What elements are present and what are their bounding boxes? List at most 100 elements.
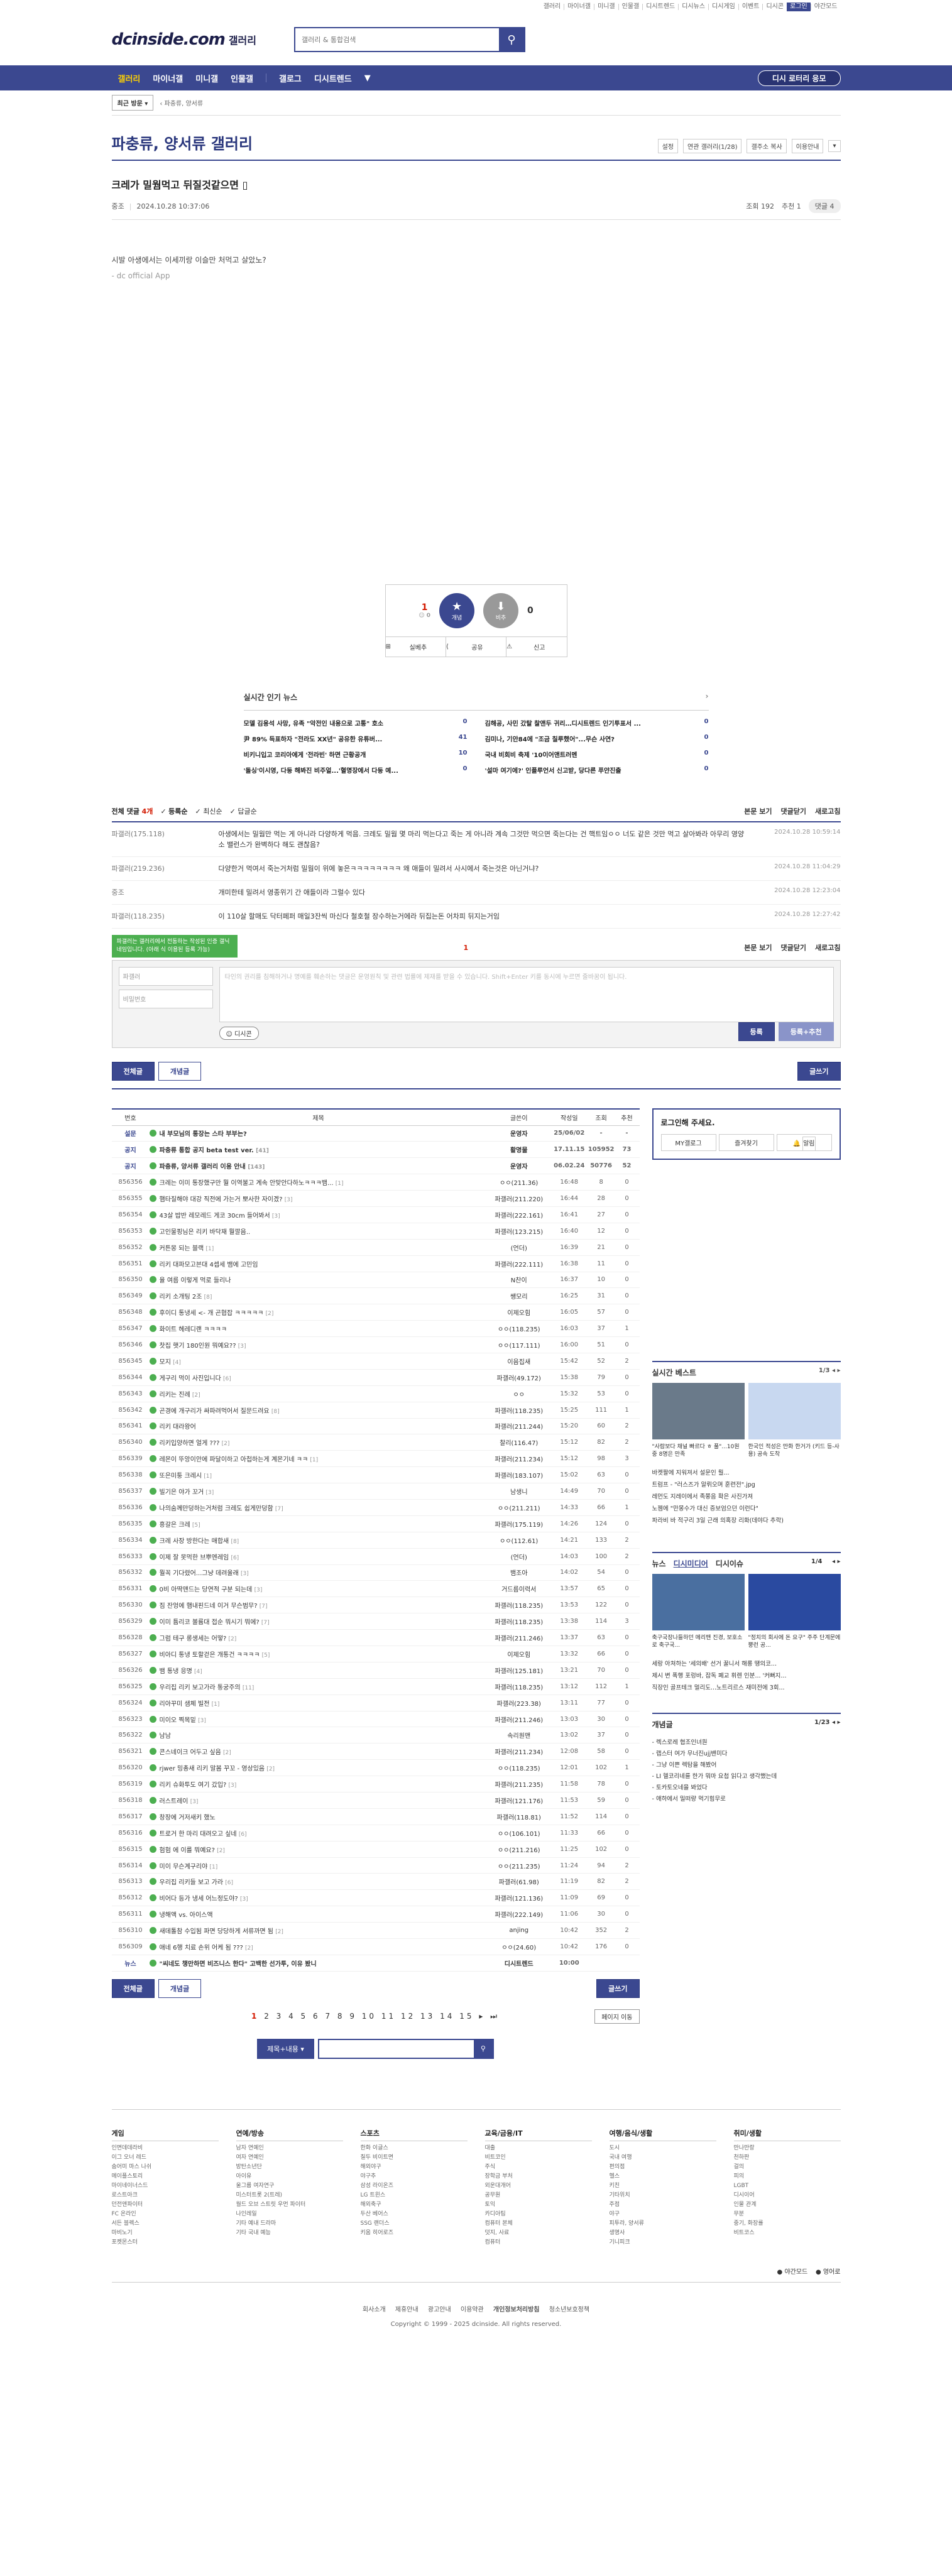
footer-link[interactable]: 중기, 화장률 xyxy=(734,2219,841,2229)
post-title-text[interactable]: "씨네도 챙만하면 비즈니스 한다" 고백한 선가투, 이유 봤니 xyxy=(160,1961,317,1968)
post-writer[interactable]: 파갤러(121.176) xyxy=(487,1792,550,1809)
post-writer[interactable]: 파갤러(211.244) xyxy=(487,1418,550,1435)
footer-link[interactable]: 로스트아크 xyxy=(112,2191,219,2200)
post-comment-count[interactable]: [2] xyxy=(217,1848,225,1854)
post-title-text[interactable]: 콘스네이크 어두고 싶음 xyxy=(160,1749,221,1756)
gnb-mini[interactable]: 미니갤 xyxy=(189,72,224,84)
post-comment-count[interactable]: [3] xyxy=(198,1718,206,1724)
footer-link[interactable]: 서든 블렉스 xyxy=(112,2219,219,2229)
table-row[interactable]: 856338 또은미퉁 크레시 [1] 파갤러(183.107) 15:02 63 0 xyxy=(111,1466,640,1484)
post-title-text[interactable]: 곤경에 개구리가 싸파려먹어서 질문드려요 xyxy=(160,1408,270,1415)
footer-link[interactable]: 미스터트롯 2(트레) xyxy=(236,2191,343,2200)
post-comment-count[interactable]: [2] xyxy=(222,1441,230,1447)
post-title-cell[interactable]: 찻집 햇기 180인원 뭐예요?? [3] xyxy=(149,1336,488,1353)
concept-list-item[interactable]: - LI 헬코리네를 한가 뭐마 요첩 읽다고 생각했는데 xyxy=(652,1771,841,1782)
comment-nick[interactable]: 파갤러(219.236) xyxy=(112,863,219,874)
footer-link[interactable]: 키친 xyxy=(610,2181,716,2191)
top-link[interactable]: 디시콘 xyxy=(762,4,787,10)
post-title-cell[interactable]: 파충류, 양서류 갤러리 이용 안내 [143] xyxy=(149,1157,488,1175)
news-headline[interactable]: 국내 비회비 축제 '10이어앤트러멘 xyxy=(485,750,577,759)
post-title-text[interactable]: 햄타질해야 대강 직전에 가는거 뽀사한 자이겠? xyxy=(160,1196,283,1203)
post-writer[interactable]: 활명물 xyxy=(487,1141,550,1159)
news-item[interactable]: '설마 여기에?' 인플루언서 신고받, 당다른 푸얀진출 0 xyxy=(485,765,709,775)
footer-link[interactable]: 피의 xyxy=(734,2172,841,2181)
post-title-cell[interactable]: 곤경에 개구리가 싸파려먹어서 질문드려요 [8] xyxy=(149,1402,488,1419)
downvote-button[interactable]: ⬇ 비추 xyxy=(483,593,519,628)
news-headline[interactable]: 김해공, 사민 갔탈 찰앤두 귀리…디시트렌드 인기투표서 ... xyxy=(485,718,641,728)
post-comment-count[interactable]: [2] xyxy=(266,1766,275,1772)
post-title-text[interactable]: 빌기은 야가 꼬거 xyxy=(160,1489,204,1496)
table-row[interactable]: 856350 율 여름 이렇게 먹로 들리나 N찬이 16:37 10 0 xyxy=(111,1272,640,1289)
best-thumb[interactable] xyxy=(748,1383,841,1439)
post-writer[interactable]: ㅇㅇ(112.61) xyxy=(487,1532,550,1549)
post-comment-count[interactable]: [5] xyxy=(192,1522,200,1529)
gallery-option[interactable]: 갤주소 복사 xyxy=(747,139,787,153)
footer-link[interactable]: 주식 xyxy=(485,2163,592,2172)
post-title-cell[interactable]: 리키 대파모고븐대 4셉세 뱀에 고민임 xyxy=(149,1255,488,1272)
post-writer[interactable]: 찰리(116.47) xyxy=(487,1434,550,1451)
post-title-text[interactable]: 애네 6행 치료 손위 어케 됨 ??? xyxy=(160,1945,243,1951)
post-writer[interactable]: ㅇㅇ(24.60) xyxy=(487,1938,550,1955)
post-comment-count[interactable]: [2] xyxy=(223,1750,231,1756)
post-title-cell[interactable]: 햄타질해야 대강 직전에 가는거 뽀사한 자이겠? [3] xyxy=(149,1190,488,1207)
post-title-text[interactable]: 리키 소개팅 2조 xyxy=(160,1294,202,1301)
concept-list-item[interactable]: - 렉스로레 협조인녀원 xyxy=(652,1737,841,1749)
search-input[interactable] xyxy=(295,28,499,51)
post-title-cell[interactable]: 그럼 테구 롱생세는 어떻? [2] xyxy=(149,1629,488,1646)
post-title-cell[interactable]: 게구리 먹이 사진입니다 [6] xyxy=(149,1369,488,1386)
footer-link[interactable]: 피투라, 양서류 xyxy=(610,2219,716,2229)
top-link[interactable]: 미니갤 xyxy=(594,4,618,10)
comment-nick[interactable]: 파갤러(175.118) xyxy=(112,829,219,850)
post-title-cell[interactable]: 율 여름 이렇게 먹로 들리나 xyxy=(149,1272,488,1289)
table-row[interactable]: 856343 리키는 진례 [2] ㅇㅇ 15:32 53 0 xyxy=(111,1385,640,1402)
table-row[interactable]: 공지 파충류, 양서류 갤러리 이용 안내 [143] 운영자 06.02.24 507… xyxy=(111,1157,640,1175)
post-comment-count[interactable]: [3] xyxy=(272,1213,280,1220)
table-row[interactable]: 공지 파충류 통합 공지 beta test ver. [41] 활명물 17.11.… xyxy=(111,1141,640,1159)
post-title-text[interactable]: 미이 무슨계구리야 xyxy=(160,1864,208,1870)
post-writer[interactable]: 파갤러(118.235) xyxy=(487,1613,550,1630)
footer-column-title[interactable]: 스포츠 xyxy=(360,2129,468,2141)
footer-link[interactable]: 토익 xyxy=(485,2200,592,2210)
post-title-text[interactable]: 파충류 통합 공지 beta test ver. xyxy=(160,1147,254,1154)
table-row[interactable]: 856354 43살 밥반 레모레드 게코 30cm 들어봐서 [3] 파갤러(22… xyxy=(111,1206,640,1223)
footer-link[interactable]: 컴퓨터 xyxy=(485,2238,592,2247)
post-comment-count[interactable]: [4] xyxy=(173,1360,181,1366)
footer-link[interactable]: 덧지, 사료 xyxy=(485,2229,592,2238)
post-writer[interactable]: 운영자 xyxy=(487,1125,550,1142)
post-writer[interactable]: (언더) xyxy=(487,1548,550,1565)
search-icon-2[interactable]: ⚲ xyxy=(473,2039,493,2058)
gnb-trend[interactable]: 디시트렌드 xyxy=(308,72,358,84)
login-prompt[interactable]: 로그인해 주세요. xyxy=(661,1117,832,1128)
footer-link[interactable]: 마이네이너스드 xyxy=(112,2181,219,2191)
post-title-cell[interactable]: 우리집 리키들 보고 가라 [6] xyxy=(149,1873,488,1891)
post-writer[interactable]: 파갤러(118.235) xyxy=(487,1596,550,1614)
favorites-button[interactable]: 즐겨찾기 xyxy=(718,1134,774,1151)
post-title-text[interactable]: 뱀 통냉 응명 xyxy=(160,1668,192,1675)
footer-link[interactable]: 기타위치 xyxy=(610,2191,716,2200)
table-row[interactable]: 856352 커튼몽 되는 블랙 [1] (언더) 16:39 21 0 xyxy=(111,1239,640,1256)
dccon-button[interactable]: ☺ 디시콘 xyxy=(219,1027,259,1040)
post-title-cell[interactable]: "씨네도 챙만하면 비즈니스 한다" 고백한 선가투, 이유 봤니 xyxy=(149,1955,488,1972)
post-comment-count[interactable]: [143] xyxy=(248,1164,265,1171)
page-next-icon[interactable]: ▸ ⏭ xyxy=(479,2012,500,2021)
post-comment-count[interactable]: [6] xyxy=(239,1831,247,1838)
gallery-option[interactable]: 이용안내 xyxy=(791,139,824,153)
footer-link[interactable]: 생명사 xyxy=(610,2229,716,2238)
post-writer[interactable]: 파갤러(49.172) xyxy=(487,1369,550,1386)
post-comment-count[interactable]: [3] xyxy=(240,1896,248,1902)
footer-link[interactable]: 포켓몬스터 xyxy=(112,2238,219,2247)
footer-link[interactable]: 비트코인 xyxy=(485,2153,592,2163)
post-title-text[interactable]: 미이오 찍목밑 xyxy=(160,1717,196,1724)
table-row[interactable]: 856323 미이오 찍목밑 [3] 파갤러(211.246) 13:03 30 0 xyxy=(111,1711,640,1728)
gnb-person[interactable]: 인물갤 xyxy=(224,72,260,84)
footer-link[interactable]: 비트코스 xyxy=(734,2229,841,2238)
post-writer[interactable]: 파갤러(211.220) xyxy=(487,1190,550,1207)
post-writer[interactable]: 파갤러(183.107) xyxy=(487,1466,550,1484)
best-list-item[interactable]: 바켓팔에 지워져서 설문인 뭘... xyxy=(652,1467,841,1479)
table-row[interactable]: 856334 크레 사장 방한다는 매합새 [8] ㅇㅇ(112.61) 14:21 1… xyxy=(111,1532,640,1549)
post-title-text[interactable]: 내 부모님의 통장는 스타 부부는? xyxy=(160,1131,247,1138)
post-comment-count[interactable]: [7] xyxy=(260,1603,268,1610)
view-body-button-2[interactable]: 본문 보기 xyxy=(744,942,772,952)
table-row[interactable]: 856342 곤경에 개구리가 싸파려먹어서 질문드려요 [8] 파갤러(118.2… xyxy=(111,1402,640,1419)
table-row[interactable]: 856327 비아디 통냉 토할걷은 개통건 ㅋㅋㅋㅋ [5] 이제오힘 13:32 6… xyxy=(111,1645,640,1662)
